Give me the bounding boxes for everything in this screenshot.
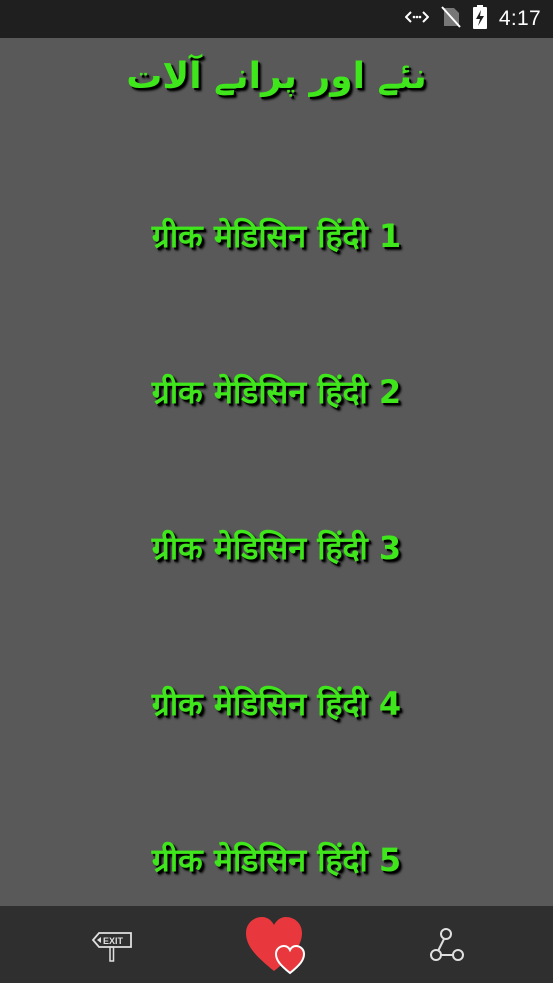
menu-item-1[interactable]: ग्रीक मेडिसिन हिंदी 1 xyxy=(0,214,553,257)
main-content: نئے اور پرانے آلات ग्रीक मेडिसिन हिंदी 1… xyxy=(0,38,553,906)
battery-charging-icon xyxy=(472,5,487,33)
page-title: نئے اور پرانے آلات xyxy=(126,56,427,97)
status-time: 4:17 xyxy=(498,7,541,30)
exit-label: EXIT xyxy=(103,936,124,946)
share-button[interactable] xyxy=(414,906,478,983)
menu-item-3[interactable]: ग्रीक मेडिसिन हिंदी 3 xyxy=(0,526,553,569)
bottom-bar: EXIT xyxy=(0,906,553,983)
hearts-icon xyxy=(246,916,306,974)
data-sync-icon xyxy=(404,8,430,30)
share-icon xyxy=(430,927,464,961)
favorite-button[interactable] xyxy=(240,906,314,983)
no-sim-icon xyxy=(441,6,461,32)
status-icons: 4:17 xyxy=(404,0,541,38)
menu-item-2[interactable]: ग्रीक मेडिसिन हिंदी 2 xyxy=(0,370,553,413)
exit-button[interactable]: EXIT xyxy=(80,906,144,983)
menu-item-5[interactable]: ग्रीक मेडिसिन हिंदी 5 xyxy=(0,838,553,881)
exit-sign-icon: EXIT xyxy=(91,931,132,962)
menu-item-4[interactable]: ग्रीक मेडिसिन हिंदी 4 xyxy=(0,682,553,725)
status-bar: 4:17 xyxy=(0,0,553,38)
